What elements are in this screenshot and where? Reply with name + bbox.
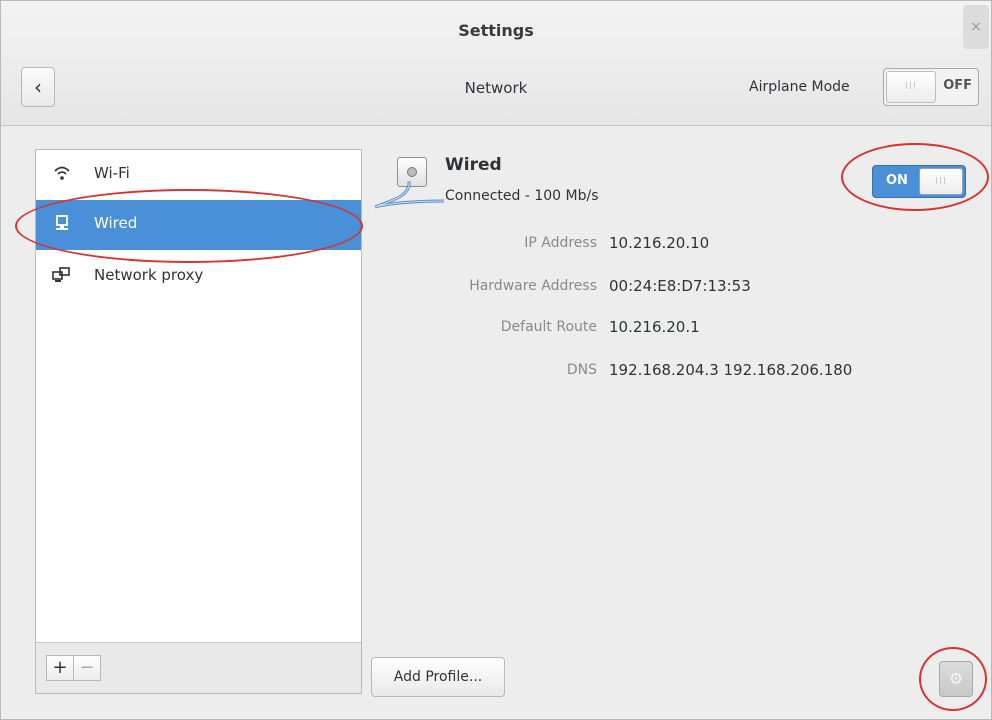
sidebar-item-label: Network proxy	[94, 266, 204, 284]
highlight-ellipse-switch	[841, 143, 989, 211]
airplane-mode-switch[interactable]: III OFF	[883, 68, 979, 106]
add-connection-button[interactable]: +	[46, 655, 74, 681]
ip-address-label: IP Address	[524, 235, 597, 251]
close-button[interactable]: ×	[963, 5, 989, 49]
hardware-address-label: Hardware Address	[469, 278, 597, 294]
sidebar-toolbar: + −	[36, 642, 361, 693]
device-status: Connected - 100 Mb/s	[445, 188, 599, 204]
device-name: Wired	[445, 155, 502, 175]
airplane-switch-knob: III	[886, 71, 936, 103]
network-proxy-icon	[52, 266, 72, 286]
hardware-address-value: 00:24:E8:D7:13:53	[609, 277, 751, 295]
highlight-ellipse-wired	[15, 189, 363, 263]
wifi-icon	[52, 164, 72, 184]
airplane-mode-label: Airplane Mode	[749, 79, 850, 95]
highlight-ellipse-gear	[919, 647, 987, 711]
window-title: Settings	[458, 21, 534, 40]
add-profile-button[interactable]: Add Profile...	[371, 657, 505, 697]
dns-label: DNS	[566, 362, 597, 378]
header-bar: Settings × ‹ Network Airplane Mode III O…	[1, 1, 991, 126]
ethernet-cable-icon	[374, 180, 445, 209]
settings-window: Settings × ‹ Network Airplane Mode III O…	[0, 0, 992, 720]
airplane-switch-state: OFF	[943, 78, 972, 93]
remove-connection-button[interactable]: −	[73, 655, 101, 681]
default-route-label: Default Route	[500, 319, 597, 335]
ip-address-value: 10.216.20.10	[609, 234, 710, 252]
dns-value: 192.168.204.3 192.168.206.180	[609, 361, 853, 379]
sidebar-item-label: Wi-Fi	[94, 164, 130, 182]
default-route-value: 10.216.20.1	[609, 318, 700, 336]
